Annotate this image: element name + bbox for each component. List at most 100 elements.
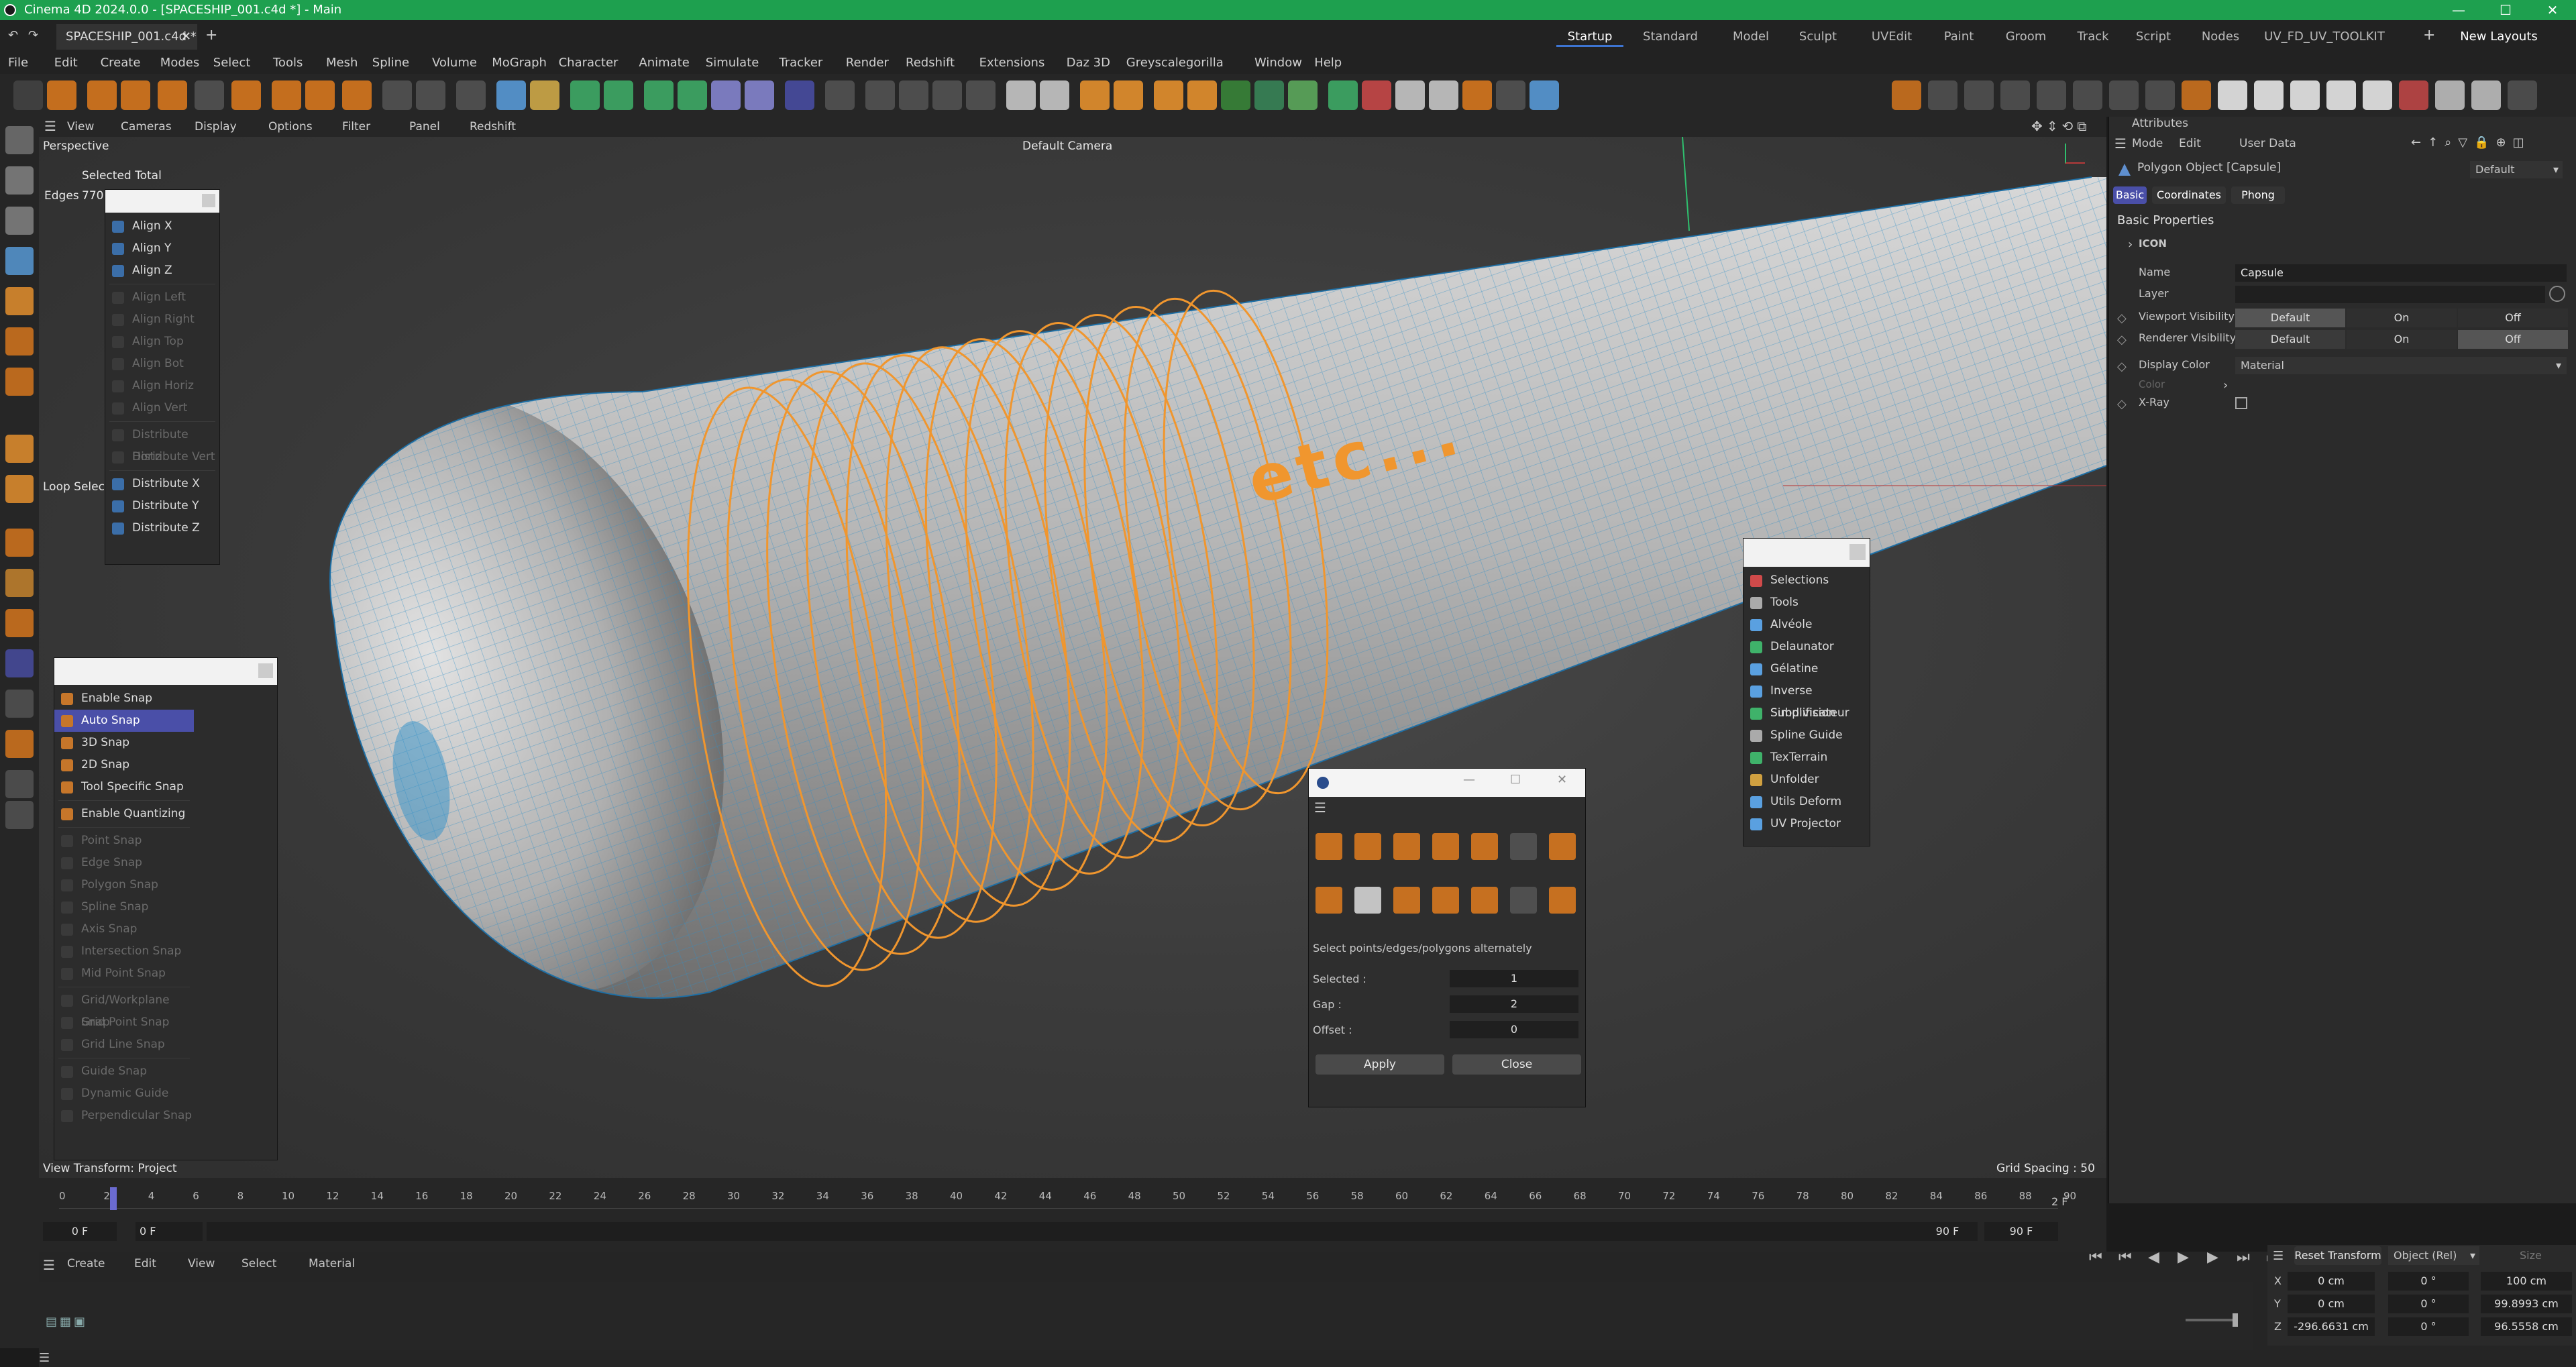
timeline-ruler[interactable]: 0 2 4 6 8 10 12 14 16 18 20 22 24 26 28 30 32 34 36 38 40 42 4… xyxy=(59,1189,2076,1209)
add-layout-icon[interactable]: + xyxy=(2423,27,2435,44)
apply-button[interactable]: Apply xyxy=(1316,1054,1444,1075)
select-mode-icon[interactable] xyxy=(1471,887,1498,914)
align-menu-item[interactable]: Align Z xyxy=(105,260,219,282)
toolbar-right-tool-icon[interactable] xyxy=(2218,80,2247,110)
palette-tool-icon[interactable] xyxy=(5,435,34,463)
timeline[interactable]: 0 2 4 6 8 10 12 14 16 18 20 22 24 26 28 30 32 34 36 38 40 42 4… xyxy=(39,1178,2106,1252)
palette-tool-icon[interactable] xyxy=(5,327,34,356)
toolbar-tool-icon[interactable] xyxy=(382,80,412,110)
toolbar-right-tool-icon[interactable] xyxy=(2182,80,2211,110)
layout-tab-startup[interactable]: Startup xyxy=(1556,27,1623,47)
toolbar-tool-icon[interactable] xyxy=(570,80,600,110)
plugin-menu-item[interactable]: Spline Guide xyxy=(1743,724,1870,747)
plugin-menu-item[interactable]: TexTerrain xyxy=(1743,747,1870,769)
keyframe-icon[interactable]: ◇ xyxy=(2117,333,2127,347)
toolbar-tool-icon[interactable] xyxy=(231,80,261,110)
select-mode-icon[interactable] xyxy=(1393,887,1420,914)
close-button[interactable]: Close xyxy=(1452,1054,1581,1075)
maximize-icon[interactable]: ☐ xyxy=(1510,773,1521,787)
toolbar-right-tool-icon[interactable] xyxy=(2363,80,2392,110)
toolbar-right-tool-icon[interactable] xyxy=(2109,80,2139,110)
toolbar-right-tool-icon[interactable] xyxy=(2399,80,2428,110)
toolbar-tool-icon[interactable] xyxy=(1187,80,1217,110)
minimize-icon[interactable]: — xyxy=(1463,773,1475,787)
toolbar-right-tool-icon[interactable] xyxy=(2290,80,2320,110)
playback-control-icon[interactable]: ⏮ xyxy=(2118,1249,2132,1266)
align-menu-item[interactable]: Distribute X xyxy=(105,473,219,495)
rotation-field[interactable]: 0 ° xyxy=(2388,1295,2469,1313)
position-field[interactable]: 0 cm xyxy=(2288,1272,2375,1291)
snap-menu-item[interactable]: Enable Quantizing xyxy=(54,803,194,825)
toolbar-tool-icon[interactable] xyxy=(47,80,76,110)
menu-modes[interactable]: Modes xyxy=(160,52,199,74)
keyframe-icon[interactable]: ◇ xyxy=(2117,397,2127,411)
plugin-menu-item[interactable]: UV Projector xyxy=(1743,813,1870,835)
keyframe-icon[interactable]: ◇ xyxy=(2117,360,2127,374)
xray-checkbox[interactable] xyxy=(2235,397,2247,409)
menu-animate[interactable]: Animate xyxy=(639,52,689,74)
toolbar-tool-icon[interactable] xyxy=(1114,80,1143,110)
menu-mesh[interactable]: Mesh xyxy=(326,52,358,74)
plugin-menu-item[interactable]: Alvéole xyxy=(1743,614,1870,636)
material-manager[interactable] xyxy=(39,1282,2253,1350)
layout-tab-nodes[interactable]: Nodes xyxy=(2187,27,2254,47)
menu-help[interactable]: Help xyxy=(1314,52,1342,74)
menu-create[interactable]: Create xyxy=(101,52,141,74)
viewport-visibility-default[interactable]: Default xyxy=(2235,309,2345,327)
size-field[interactable]: 100 cm xyxy=(2481,1272,2572,1291)
preview-start-field[interactable]: 0 F xyxy=(136,1222,203,1241)
plugin-menu-item[interactable]: Tools xyxy=(1743,592,1870,614)
position-field[interactable]: 0 cm xyxy=(2288,1295,2375,1313)
renderer-visibility-default[interactable]: Default xyxy=(2235,330,2345,349)
menu-extensions[interactable]: Extensions xyxy=(979,52,1045,74)
palette-tool-icon[interactable] xyxy=(5,166,34,195)
rotation-field[interactable]: 0 ° xyxy=(2388,1317,2469,1336)
toolbar-tool-icon[interactable] xyxy=(13,80,43,110)
name-field[interactable]: Capsule xyxy=(2235,264,2567,282)
toolbar-tool-icon[interactable] xyxy=(158,80,187,110)
size-dropdown[interactable]: Size xyxy=(2520,1249,2542,1262)
toolbar-tool-icon[interactable] xyxy=(604,80,633,110)
offset-field[interactable]: 0 xyxy=(1450,1021,1578,1038)
menu-tools[interactable]: Tools xyxy=(273,52,303,74)
snap-menu-header[interactable] xyxy=(54,658,277,685)
hamburger-icon[interactable]: ☰ xyxy=(44,118,56,134)
toolbar-right-tool-icon[interactable] xyxy=(2000,80,2030,110)
plugin-menu-item[interactable]: Unfolder xyxy=(1743,769,1870,791)
range-bar[interactable] xyxy=(207,1222,1978,1241)
snap-menu-item[interactable]: Auto Snap xyxy=(54,710,194,732)
select-mode-icon[interactable] xyxy=(1432,833,1459,860)
toolbar-tool-icon[interactable] xyxy=(1288,80,1318,110)
layout-tab-model[interactable]: Model xyxy=(1717,27,1784,47)
preview-end-field[interactable]: 90 F xyxy=(1917,1222,1978,1241)
new-layouts-button[interactable]: New Layouts xyxy=(2455,27,2542,47)
palette-tool-icon[interactable] xyxy=(5,801,34,829)
toolbar-tool-icon[interactable] xyxy=(678,80,707,110)
palette-tool-icon[interactable] xyxy=(5,649,34,677)
rotation-field[interactable]: 0 ° xyxy=(2388,1272,2469,1291)
menu-file[interactable]: File xyxy=(8,52,28,74)
toolbar-tool-icon[interactable] xyxy=(1006,80,1036,110)
toolbar-tool-icon[interactable] xyxy=(711,80,741,110)
menu-character[interactable]: Character xyxy=(559,52,619,74)
layout-tab-script[interactable]: Script xyxy=(2120,27,2187,47)
renderer-visibility-on[interactable]: On xyxy=(2347,330,2457,349)
toolbar-tool-icon[interactable] xyxy=(1221,80,1250,110)
playback-control-icon[interactable]: ▶ xyxy=(2207,1249,2218,1266)
select-mode-icon[interactable] xyxy=(1432,887,1459,914)
playback-control-icon[interactable]: ▶ xyxy=(2178,1249,2189,1266)
start-frame-field[interactable]: 0 F xyxy=(43,1222,117,1241)
document-tab[interactable]: SPACESHIP_001.c4d * ✕ xyxy=(56,24,197,50)
size-field[interactable]: 99.8993 cm xyxy=(2481,1295,2572,1313)
viewport-visibility-off[interactable]: Off xyxy=(2458,309,2568,327)
attr-nav-icons[interactable]: ←↑⌕▽🔒⊕◫ xyxy=(2411,135,2531,150)
coordinate-mode-dropdown[interactable]: Object (Rel) ▾ xyxy=(2388,1246,2479,1265)
toolbar-tool-icon[interactable] xyxy=(865,80,895,110)
menu-spline[interactable]: Spline xyxy=(372,52,409,74)
toolbar-tool-icon[interactable] xyxy=(1395,80,1425,110)
toolbar-tool-icon[interactable] xyxy=(456,80,486,110)
playback-control-icon[interactable]: ◀ xyxy=(2148,1249,2159,1266)
redo-icon[interactable]: ↷ xyxy=(28,28,38,42)
view-mode-icons[interactable]: ▤▦▣ xyxy=(46,1315,88,1329)
material-menu-edit[interactable]: Edit xyxy=(134,1257,156,1270)
